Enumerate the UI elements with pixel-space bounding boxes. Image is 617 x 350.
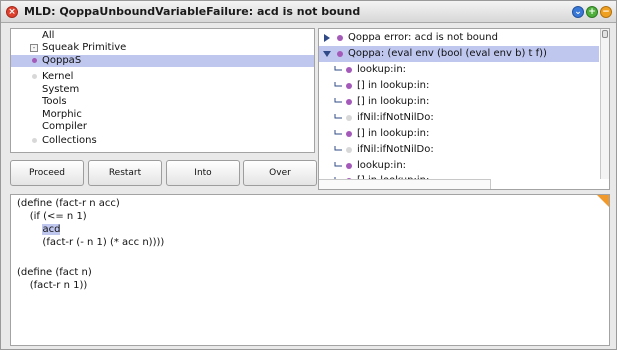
class-list-label: System bbox=[42, 84, 80, 95]
class-list-item[interactable]: System bbox=[11, 84, 314, 96]
close-icon[interactable]: × bbox=[6, 6, 18, 18]
code-text: (fact-r n 1)) bbox=[17, 280, 88, 291]
expand-icon[interactable]: + bbox=[586, 6, 598, 18]
over-button[interactable]: Over bbox=[243, 160, 317, 186]
bullet-icon bbox=[337, 51, 343, 57]
stack-frame-label: lookup:in: bbox=[357, 160, 407, 171]
bullet-icon bbox=[346, 83, 352, 89]
class-category-list[interactable]: All - Squeak Primitive QoppaS Kernel Sys… bbox=[10, 28, 315, 153]
class-list-label: Compiler bbox=[42, 121, 88, 132]
bullet-icon bbox=[346, 147, 352, 153]
code-line: (fact-r n 1)) bbox=[17, 279, 88, 292]
tree-branch-icon bbox=[334, 98, 342, 103]
class-list-label: Kernel bbox=[42, 71, 74, 82]
stack-frame-label: [] in lookup:in: bbox=[357, 80, 430, 91]
code-text: (define (fact-r n acc) bbox=[17, 198, 120, 209]
scrollbar-thumb[interactable] bbox=[602, 30, 608, 38]
highlighted-variable[interactable]: acd bbox=[42, 224, 61, 235]
stack-frame-label: lookup:in: bbox=[357, 64, 407, 75]
vertical-scrollbar[interactable] bbox=[600, 29, 609, 179]
bullet-icon bbox=[346, 163, 352, 169]
stack-frame-label: Qoppa: (eval env (bool (eval env b) t f)… bbox=[348, 48, 547, 59]
code-line: (define (fact n) bbox=[17, 266, 92, 279]
class-list-item[interactable]: Kernel bbox=[11, 71, 314, 83]
stack-frame[interactable]: Qoppa: (eval env (bool (eval env b) t f)… bbox=[319, 46, 599, 62]
bullet-icon bbox=[32, 58, 37, 63]
code-line: (if (<= n 1) bbox=[17, 210, 87, 223]
class-list-item[interactable]: Collections bbox=[11, 135, 314, 147]
stack-frame[interactable]: ifNil:ifNotNilDo: bbox=[319, 142, 599, 158]
tree-branch-icon bbox=[334, 82, 342, 87]
class-list-label: Morphic bbox=[42, 109, 82, 120]
bullet-icon bbox=[32, 74, 37, 79]
debugger-window: × MLD: QoppaUnboundVariableFailure: acd … bbox=[0, 0, 617, 350]
disclosure-triangle-icon[interactable] bbox=[323, 51, 331, 57]
class-list-label: QoppaS bbox=[42, 55, 82, 66]
stack-frame-list[interactable]: Qoppa error: acd is not bound Qoppa: (ev… bbox=[318, 28, 610, 190]
code-line: (define (fact-r n acc) bbox=[17, 197, 120, 210]
bullet-icon bbox=[346, 99, 352, 105]
tree-branch-icon bbox=[334, 162, 342, 167]
code-text: (define (fact n) bbox=[17, 267, 92, 278]
class-list-label: Squeak Primitive bbox=[42, 42, 127, 53]
class-list-item[interactable]: QoppaS bbox=[11, 55, 314, 67]
restart-button[interactable]: Restart bbox=[88, 160, 162, 186]
stack-frame[interactable]: Qoppa error: acd is not bound bbox=[319, 30, 599, 46]
class-list-item[interactable]: Tools bbox=[11, 96, 314, 108]
stack-frame[interactable]: [] in lookup:in: bbox=[319, 78, 599, 94]
window-menu-icon[interactable]: ⌄ bbox=[572, 6, 584, 18]
bullet-icon bbox=[32, 138, 37, 143]
stack-frame[interactable]: lookup:in: bbox=[319, 62, 599, 78]
code-line: (fact-r (- n 1) (* acc n)))) bbox=[17, 236, 164, 249]
class-list-item[interactable]: - Squeak Primitive bbox=[11, 42, 314, 54]
tree-branch-icon bbox=[334, 146, 342, 151]
class-list-item[interactable]: Morphic bbox=[11, 109, 314, 121]
stack-frame-label: Qoppa error: acd is not bound bbox=[348, 32, 498, 43]
stack-frame-label: ifNil:ifNotNilDo: bbox=[357, 144, 434, 155]
stack-frame-label: [] in lookup:in: bbox=[357, 96, 430, 107]
into-button[interactable]: Into bbox=[166, 160, 240, 186]
stack-frame[interactable]: [] in lookup:in: bbox=[319, 94, 599, 110]
stack-frame[interactable]: [] in lookup:in: bbox=[319, 126, 599, 142]
class-list-item[interactable]: All bbox=[11, 30, 314, 42]
bullet-icon bbox=[346, 67, 352, 73]
stack-frame-label: ifNil:ifNotNilDo: bbox=[357, 112, 434, 123]
window-title: MLD: QoppaUnboundVariableFailure: acd is… bbox=[24, 5, 361, 18]
modified-corner-icon bbox=[597, 195, 609, 207]
bullet-icon bbox=[346, 115, 352, 121]
code-text: (fact-r (- n 1) (* acc n)))) bbox=[17, 237, 165, 248]
class-list-label: All bbox=[42, 30, 55, 41]
proceed-button[interactable]: Proceed bbox=[10, 160, 84, 186]
class-list-label: Tools bbox=[42, 96, 67, 107]
stack-frame-label: [] in lookup:in: bbox=[357, 128, 430, 139]
stack-frame[interactable]: ifNil:ifNotNilDo: bbox=[319, 110, 599, 126]
collapse-icon[interactable]: − bbox=[600, 6, 612, 18]
horizontal-scrollbar[interactable] bbox=[319, 179, 491, 189]
source-code-pane[interactable]: (define (fact-r n acc) (if (<= n 1) acd … bbox=[10, 194, 610, 346]
tree-branch-icon bbox=[334, 66, 342, 71]
tree-branch-icon bbox=[334, 114, 342, 119]
title-bar[interactable]: × MLD: QoppaUnboundVariableFailure: acd … bbox=[1, 1, 616, 23]
bullet-icon bbox=[337, 35, 343, 41]
bullet-icon bbox=[346, 131, 352, 137]
disclosure-triangle-icon[interactable] bbox=[324, 34, 330, 42]
class-list-item[interactable]: Compiler bbox=[11, 121, 314, 133]
expand-box-icon[interactable]: - bbox=[30, 44, 38, 52]
code-line: acd bbox=[17, 223, 61, 236]
code-text: (if (<= n 1) bbox=[17, 211, 87, 222]
tree-branch-icon bbox=[334, 130, 342, 135]
class-list-label: Collections bbox=[42, 135, 97, 146]
stack-frame[interactable]: lookup:in: bbox=[319, 158, 599, 174]
